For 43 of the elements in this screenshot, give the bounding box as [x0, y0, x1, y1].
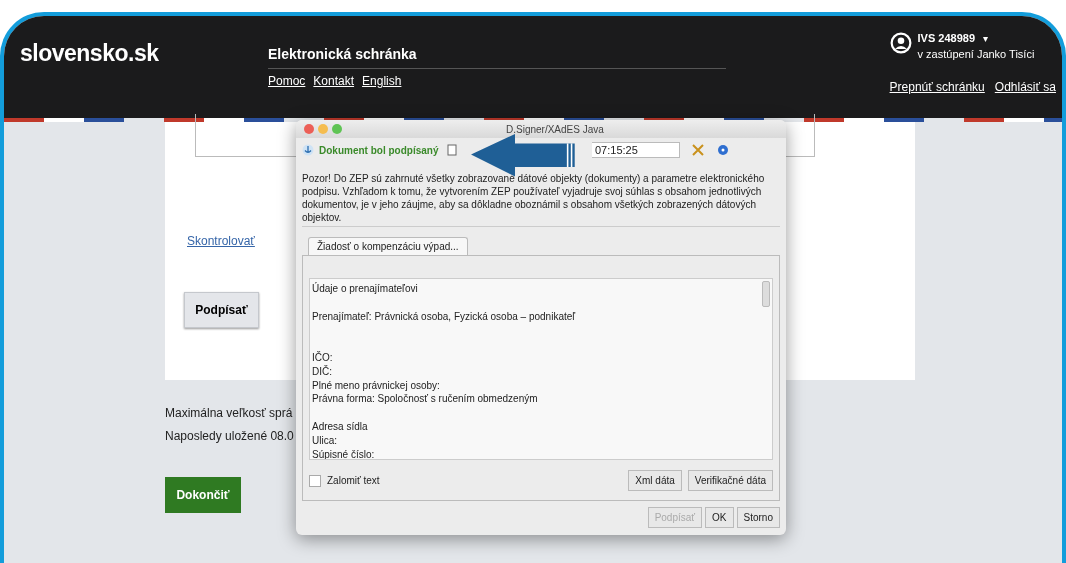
wrap-label: Zalomiť text [327, 475, 380, 486]
caret-icon[interactable]: ▾ [983, 32, 989, 44]
content-line: Prenajímateľ: Právnická osoba, Fyzická osoba – podnikateľ [312, 309, 576, 324]
data-button[interactable]: Xml dáta [628, 470, 682, 491]
document-tab[interactable]: Žiadosť o kompenzáciu výpad... [308, 237, 468, 255]
help-icon[interactable] [716, 143, 730, 157]
minimize-icon[interactable] [318, 124, 328, 134]
content-line: Údaje o prenajímateľovi [312, 282, 418, 296]
dialog-button[interactable]: Storno [736, 507, 780, 528]
close-icon[interactable] [304, 124, 314, 134]
anchor-icon [302, 144, 314, 156]
finish-button[interactable]: Dokončiť [165, 477, 241, 513]
site-logo: slovensko.sk [20, 40, 160, 67]
representation-text: v zastúpení Janko Tisíci [917, 48, 1035, 60]
dialog-button[interactable]: OK [705, 507, 734, 528]
status-text: Dokument bol podpísaný [319, 144, 440, 156]
section-title: Elektronická schránka [268, 46, 726, 69]
dialog-title: D.Signer/XAdES Java [506, 123, 604, 135]
header-link[interactable]: Kontakt [313, 74, 355, 88]
content-line: Právna forma: Spoločnosť s ručením obmedzeným [312, 392, 538, 407]
content-line: Súpisné číslo: [312, 447, 375, 459]
account-link[interactable]: Prepnúť schránku [889, 80, 985, 94]
maximize-icon[interactable] [332, 124, 342, 134]
content-line: IČO: [312, 351, 333, 365]
info-text: Naposledy uložené 08.0 [165, 429, 294, 443]
content-line: Adresa sídla [312, 419, 368, 434]
sign-button[interactable]: Podpísať [184, 292, 259, 328]
content-line: Plné meno právnickej osoby: [312, 378, 440, 393]
info-text: Maximálna veľkosť sprá [165, 406, 293, 420]
check-link[interactable]: Skontrolovať [187, 234, 255, 248]
account-link[interactable]: Odhlásiť sa [994, 80, 1056, 94]
content-line: Ulica: [312, 433, 337, 448]
account-name: IVS 248989 [917, 32, 976, 44]
checkbox[interactable] [309, 474, 321, 487]
warning-text: Pozor! Do ZEP sú zahrnuté všetky zobrazované dátové objekty (dokumenty) a parametre elektronického podpisu. Vzhľadom k tomu, že vytvorením ZEP používateľ vyjadruje svoj súhlas s obsahom jednotlivých dokumentov, je v jeho záujme, aby sa dôkladne oboznámil s obsahom všetkých zobrazených dátových objektov. [302, 172, 780, 227]
data-button[interactable]: Verifikačné dáta [687, 470, 773, 491]
tools-icon[interactable] [691, 143, 705, 157]
content-line: DIČ: [312, 364, 332, 379]
user-icon [889, 32, 912, 54]
time-field[interactable]: 07:15:25 [592, 142, 680, 158]
header-link[interactable]: English [362, 74, 402, 88]
document-icon[interactable] [446, 144, 458, 156]
header-link[interactable]: Pomoc [268, 74, 306, 88]
